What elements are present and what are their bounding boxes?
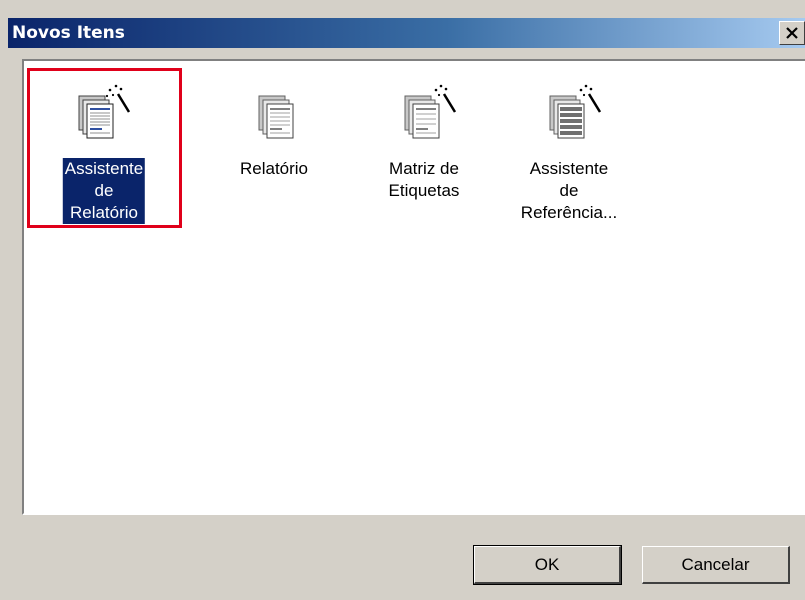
item-cross-reference-wizard[interactable]: Assistente de Referência... [499,70,639,222]
ok-button[interactable]: OK [473,545,622,585]
cancel-button[interactable]: Cancelar [642,546,790,584]
report-icon [239,82,309,144]
close-icon [786,23,798,44]
item-label-matrix[interactable]: Matriz de Etiquetas [354,70,494,210]
window-title: Novos Itens [12,23,125,43]
item-label: Relatório [239,159,309,178]
cross-reference-wizard-icon [534,82,604,144]
new-items-dialog: Novos Itens Assistente de Relatório Rela… [0,0,805,600]
item-label: Assistente de Referência... [520,159,618,222]
label-matrix-icon [389,82,459,144]
title-bar[interactable]: Novos Itens [8,18,805,48]
item-label: Matriz de Etiquetas [388,159,460,200]
item-report[interactable]: Relatório [204,70,344,210]
highlight-annotation [27,68,182,228]
close-button[interactable] [779,21,805,45]
